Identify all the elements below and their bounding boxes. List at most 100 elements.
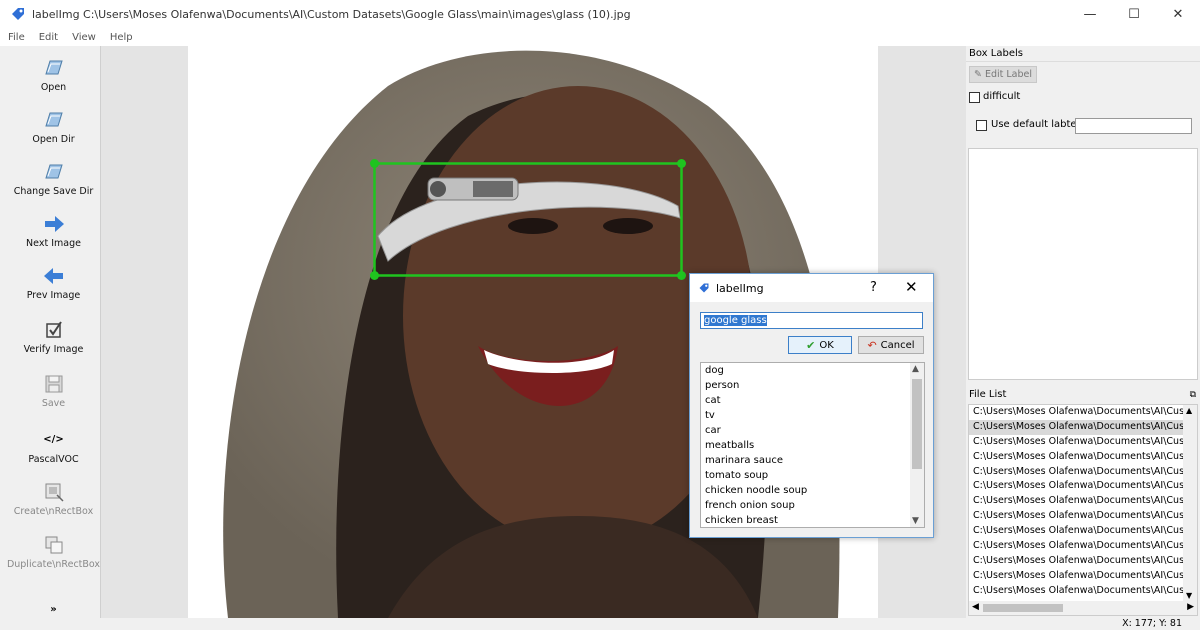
verify-image-label: Verify Image (23, 344, 84, 355)
list-item[interactable]: marinara sauce (701, 453, 924, 468)
menu-help[interactable]: Help (110, 32, 133, 43)
scroll-right-icon[interactable]: ▶ (1187, 602, 1194, 612)
file-list-item[interactable]: C:\Users\Moses Olafenwa\Documents\AI\Cus (969, 569, 1183, 584)
change-save-dir-button[interactable]: Change Save Dir (6, 160, 101, 197)
file-list-item[interactable]: C:\Users\Moses Olafenwa\Documents\AI\Cus (969, 435, 1183, 450)
label-dialog: labelImg ? ✕ google glass ✔ OK ↶ Cancel … (689, 273, 934, 538)
open-button[interactable]: Open (6, 56, 101, 93)
scroll-up-icon[interactable]: ▲ (1186, 406, 1192, 415)
list-item[interactable]: chicken breast (701, 513, 924, 527)
checkmark-icon: ✔ (806, 338, 816, 352)
default-label-input[interactable] (1075, 118, 1192, 134)
menu-file[interactable]: File (8, 32, 25, 43)
file-list-item[interactable]: C:\Users\Moses Olafenwa\Documents\AI\Cus (969, 479, 1183, 494)
bbox-handle[interactable] (677, 159, 686, 168)
file-list-item[interactable]: C:\Users\Moses Olafenwa\Documents\AI\Cus (969, 539, 1183, 554)
file-list-item[interactable]: C:\Users\Moses Olafenwa\Documents\AI\Cus (969, 450, 1183, 465)
undo-arrow-icon: ↶ (867, 338, 877, 352)
file-list-item[interactable]: C:\Users\Moses Olafenwa\Documents\AI\Cus (969, 405, 1183, 420)
menu-bar: File Edit View Help (0, 28, 1200, 46)
open-dir-button[interactable]: Open Dir (6, 108, 101, 145)
menu-view[interactable]: View (72, 32, 96, 43)
use-default-label-checkbox[interactable] (976, 120, 987, 131)
scroll-down-icon[interactable]: ▼ (912, 516, 919, 526)
duplicate-icon (45, 536, 62, 554)
scroll-thumb[interactable] (983, 604, 1063, 612)
floppy-disk-icon (45, 375, 62, 393)
ok-button[interactable]: ✔ OK (788, 336, 852, 354)
open-dir-label: Open Dir (32, 134, 75, 145)
open-label: Open (40, 82, 67, 93)
close-button[interactable]: ✕ (1156, 0, 1200, 28)
scroll-thumb[interactable] (912, 379, 922, 469)
help-icon[interactable]: ? (870, 280, 877, 295)
difficult-checkbox[interactable] (969, 92, 980, 103)
save-button[interactable]: Save (6, 372, 101, 409)
use-default-label-text: Use default labtel (991, 119, 1080, 130)
file-list-item[interactable]: C:\Users\Moses Olafenwa\Documents\AI\Cus (969, 584, 1183, 599)
bbox-handle[interactable] (370, 159, 379, 168)
dialog-title-bar: labelImg ? ✕ (690, 274, 933, 302)
file-list: C:\Users\Moses Olafenwa\Documents\AI\Cus… (968, 404, 1198, 616)
duplicate-rectbox-button[interactable]: Duplicate\nRectBox (6, 533, 101, 570)
difficult-label: difficult (983, 91, 1021, 102)
save-label: Save (41, 398, 66, 409)
cancel-button[interactable]: ↶ Cancel (858, 336, 924, 354)
status-bar: X: 177; Y: 81 (0, 618, 1200, 630)
file-list-item[interactable]: C:\Users\Moses Olafenwa\Documents\AI\Cus (969, 465, 1183, 480)
file-list-hscrollbar[interactable]: ◀ ▶ (969, 601, 1197, 615)
list-item[interactable]: cat (701, 393, 924, 408)
code-format-icon: </> (43, 434, 64, 445)
prev-image-button[interactable]: Prev Image (6, 264, 101, 301)
file-list-item[interactable]: C:\Users\Moses Olafenwa\Documents\AI\Cus (969, 494, 1183, 509)
toolbar: Open Open Dir Change Save Dir Next Image… (6, 46, 101, 618)
toolbar-more-button[interactable]: » (6, 604, 101, 615)
file-list-header: File List ⧉ (966, 387, 1200, 403)
file-list-item-selected[interactable]: C:\Users\Moses Olafenwa\Documents\AI\Cus (969, 419, 1183, 435)
menu-edit[interactable]: Edit (39, 32, 58, 43)
title-bar: labelImg C:\Users\Moses Olafenwa\Documen… (0, 0, 1200, 28)
dock-float-icon[interactable]: ⧉ (1190, 387, 1196, 403)
prev-image-label: Prev Image (26, 290, 81, 301)
list-item[interactable]: car (701, 423, 924, 438)
verify-image-button[interactable]: Verify Image (6, 318, 101, 355)
arrow-right-icon (44, 216, 64, 232)
maximize-button[interactable]: ☐ (1112, 0, 1156, 28)
scroll-up-icon[interactable]: ▲ (912, 364, 919, 374)
list-item[interactable]: french onion soup (701, 498, 924, 513)
list-item[interactable]: meatballs (701, 438, 924, 453)
edit-label-button[interactable]: ✎ Edit Label (969, 66, 1037, 83)
file-list-vscrollbar[interactable]: ▲ ▼ (1183, 405, 1197, 601)
file-list-item[interactable]: C:\Users\Moses Olafenwa\Documents\AI\Cus (969, 509, 1183, 524)
cancel-label: Cancel (880, 339, 915, 351)
list-item[interactable]: tv (701, 408, 924, 423)
label-input[interactable]: google glass (700, 312, 923, 329)
create-rectbox-button[interactable]: Create\nRectBox (6, 480, 101, 517)
list-scrollbar[interactable]: ▲ ▼ (910, 363, 924, 527)
app-tag-icon (12, 8, 24, 20)
folder-icon (44, 112, 63, 127)
bbox-handle[interactable] (370, 271, 379, 280)
format-button[interactable]: </> PascalVOC (6, 428, 101, 465)
label-input-value: google glass (704, 315, 767, 326)
file-list-item[interactable]: C:\Users\Moses Olafenwa\Documents\AI\Cus (969, 554, 1183, 569)
create-rectbox-label: Create\nRectBox (13, 506, 94, 517)
folder-icon (44, 164, 63, 179)
dialog-close-icon[interactable]: ✕ (905, 278, 918, 296)
minimize-button[interactable]: — (1068, 0, 1112, 28)
scroll-left-icon[interactable]: ◀ (972, 602, 979, 612)
window-title: labelImg C:\Users\Moses Olafenwa\Documen… (32, 7, 631, 21)
folder-icon (44, 60, 63, 75)
list-item[interactable]: person (701, 378, 924, 393)
list-item[interactable]: dog (701, 363, 924, 378)
checkbox-check-icon (45, 321, 62, 338)
file-list-item[interactable]: C:\Users\Moses Olafenwa\Documents\AI\Cus (969, 524, 1183, 539)
duplicate-rectbox-label: Duplicate\nRectBox (6, 559, 101, 570)
box-label-list[interactable] (968, 148, 1198, 380)
file-list-title: File List (969, 389, 1007, 400)
next-image-button[interactable]: Next Image (6, 212, 101, 249)
scroll-down-icon[interactable]: ▼ (1186, 591, 1192, 600)
list-item[interactable]: chicken noodle soup (701, 483, 924, 498)
bbox-handle[interactable] (677, 271, 686, 280)
list-item[interactable]: tomato soup (701, 468, 924, 483)
